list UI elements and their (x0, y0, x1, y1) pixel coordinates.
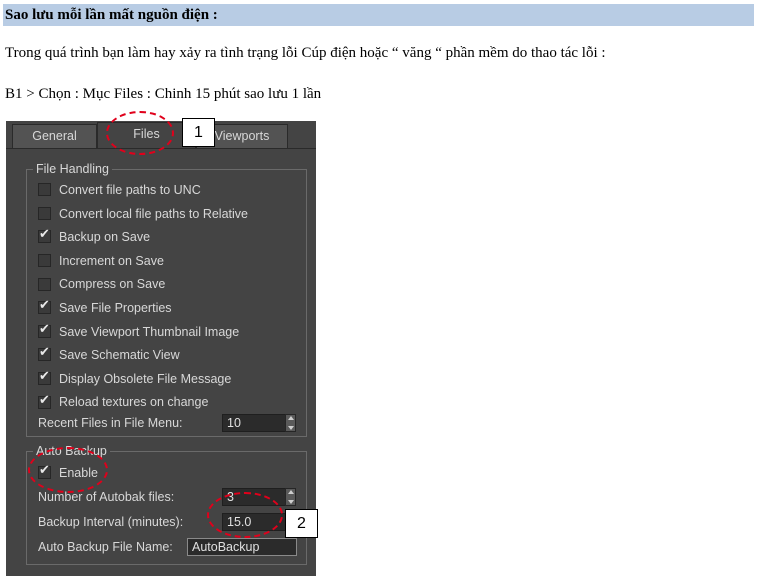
option-checkbox[interactable] (38, 206, 51, 220)
check-icon: ✔ (39, 344, 50, 360)
option-label: Save File Properties (59, 301, 172, 315)
option-label: Reload textures on change (59, 395, 209, 410)
option-checkbox[interactable] (38, 183, 51, 197)
option-checkbox[interactable]: ✔ (38, 391, 51, 409)
file-handling-title: File Handling (33, 161, 112, 177)
file-option-row[interactable]: ✔ Display Obsolete File Message (38, 369, 231, 389)
recent-files-label: Recent Files in File Menu: (38, 416, 183, 430)
option-label: Save Viewport Thumbnail Image (59, 324, 240, 339)
recent-files-input[interactable]: 10 (222, 414, 286, 432)
option-label: Backup on Save (59, 230, 151, 245)
callout-1: 1 (182, 118, 215, 147)
option-checkbox[interactable] (38, 277, 51, 291)
option-label: Convert file paths to UNC (59, 183, 201, 197)
check-icon: ✔ (39, 226, 50, 242)
check-icon: ✔ (39, 368, 50, 383)
file-option-row[interactable]: Convert file paths to UNC (38, 180, 201, 200)
check-icon: ✔ (39, 391, 50, 407)
section-heading: Sao lưu mỗi lần mất nguồn điện : (3, 4, 754, 26)
tab-general[interactable]: General (12, 124, 97, 148)
option-label: Convert local file paths to Relative (59, 206, 248, 221)
option-checkbox[interactable]: ✔ (38, 297, 51, 315)
file-option-row[interactable]: ✔ Save Schematic View (38, 345, 180, 365)
file-option-row[interactable]: Compress on Save (38, 274, 165, 294)
file-option-row[interactable]: Increment on Save (38, 251, 164, 271)
check-icon: ✔ (39, 320, 50, 336)
option-label: Increment on Save (59, 253, 164, 268)
backup-file-name-label: Auto Backup File Name: (38, 540, 173, 554)
file-option-row[interactable]: ✔ Backup on Save (38, 227, 150, 247)
option-label: Save Schematic View (59, 348, 180, 363)
step-paragraph: B1 > Chọn : Mục Files : Chinh 15 phút sa… (5, 86, 322, 102)
interval-highlight (207, 492, 283, 538)
backup-file-name-input[interactable]: AutoBackup (187, 538, 297, 556)
option-label: Compress on Save (59, 277, 166, 292)
backup-interval-label: Backup Interval (minutes): (38, 515, 184, 529)
option-checkbox[interactable]: ✔ (38, 320, 51, 338)
option-checkbox[interactable]: ✔ (38, 368, 51, 385)
file-option-row[interactable]: ✔ Save File Properties (38, 298, 172, 318)
option-label: Display Obsolete File Message (59, 371, 232, 386)
callout-2: 2 (285, 509, 318, 538)
files-tab-highlight (106, 111, 174, 155)
num-autobak-spinner[interactable] (285, 488, 296, 506)
recent-files-spinner[interactable] (285, 414, 296, 432)
option-checkbox[interactable]: ✔ (38, 344, 51, 362)
enable-highlight (28, 447, 108, 493)
file-option-row[interactable]: ✔ Save Viewport Thumbnail Image (38, 320, 240, 342)
file-option-row[interactable]: Convert local file paths to Relative (38, 204, 248, 224)
file-option-row[interactable]: ✔ Reload textures on change (38, 392, 208, 412)
intro-paragraph: Trong quá trình bạn làm hay xảy ra tình … (5, 45, 606, 61)
check-icon: ✔ (39, 297, 50, 313)
option-checkbox[interactable] (38, 254, 51, 267)
option-checkbox[interactable]: ✔ (38, 226, 51, 244)
